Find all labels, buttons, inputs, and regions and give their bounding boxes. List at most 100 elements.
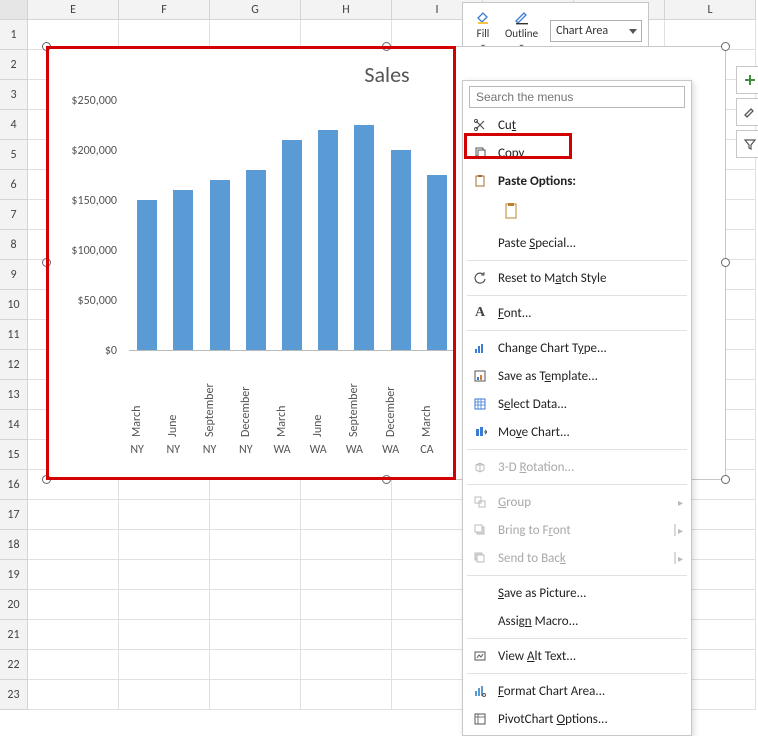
chart-bars [129, 101, 455, 351]
bar[interactable] [173, 190, 193, 350]
cell[interactable] [28, 590, 119, 620]
row-hdr-2[interactable]: 2 [0, 50, 27, 80]
bar[interactable] [282, 140, 302, 350]
cell[interactable] [301, 530, 392, 560]
selection-handle[interactable] [382, 475, 391, 484]
selection-handle[interactable] [382, 42, 391, 51]
row-hdr-19[interactable]: 19 [0, 560, 27, 590]
row-hdr-14[interactable]: 14 [0, 410, 27, 440]
menu-change-chart-type[interactable]: Change Chart Type... [465, 334, 689, 362]
bar[interactable] [246, 170, 266, 350]
menu-assign-macro[interactable]: Assign Macro... [465, 607, 689, 635]
row-hdr-6[interactable]: 6 [0, 170, 27, 200]
cell[interactable] [119, 560, 210, 590]
cell[interactable] [119, 500, 210, 530]
cell[interactable] [301, 500, 392, 530]
cell[interactable] [119, 590, 210, 620]
col-hdr-E[interactable]: E [28, 0, 119, 19]
row-hdr-18[interactable]: 18 [0, 530, 27, 560]
row-hdr-17[interactable]: 17 [0, 500, 27, 530]
row-hdr-4[interactable]: 4 [0, 110, 27, 140]
col-hdr-L[interactable]: L [665, 0, 756, 19]
selection-handle[interactable] [721, 475, 730, 484]
row-hdr-13[interactable]: 13 [0, 380, 27, 410]
cell[interactable] [210, 530, 301, 560]
menu-select-data[interactable]: Select Data... [465, 390, 689, 418]
chart-elements-button[interactable] [736, 66, 758, 94]
col-hdr-H[interactable]: H [301, 0, 392, 19]
cell[interactable] [210, 620, 301, 650]
menu-move-chart[interactable]: Move Chart... [465, 418, 689, 446]
paste-option-default[interactable] [499, 197, 523, 225]
row-hdr-1[interactable]: 1 [0, 20, 27, 50]
row-hdr-5[interactable]: 5 [0, 140, 27, 170]
bar[interactable] [318, 130, 338, 350]
row-hdr-9[interactable]: 9 [0, 260, 27, 290]
row-hdr-22[interactable]: 22 [0, 650, 27, 680]
row-hdr-21[interactable]: 21 [0, 620, 27, 650]
row-hdr-16[interactable]: 16 [0, 470, 27, 500]
row-hdr-7[interactable]: 7 [0, 200, 27, 230]
cell[interactable] [210, 500, 301, 530]
cell[interactable] [28, 650, 119, 680]
bar[interactable] [427, 175, 447, 350]
menu-save-template[interactable]: Save as Template... [465, 362, 689, 390]
col-hdr-F[interactable]: F [119, 0, 210, 19]
selection-handle[interactable] [721, 258, 730, 267]
row-hdr-12[interactable]: 12 [0, 350, 27, 380]
row-hdr-10[interactable]: 10 [0, 290, 27, 320]
pivot-icon [471, 710, 489, 728]
cell[interactable] [301, 590, 392, 620]
menu-cut[interactable]: Cut [465, 111, 689, 139]
selection-handle[interactable] [721, 42, 730, 51]
cell[interactable] [301, 620, 392, 650]
row-hdr-15[interactable]: 15 [0, 440, 27, 470]
cell[interactable] [119, 620, 210, 650]
bar[interactable] [210, 180, 230, 350]
cell[interactable] [301, 650, 392, 680]
cell[interactable] [210, 560, 301, 590]
chart-styles-button[interactable] [736, 98, 758, 126]
cell[interactable] [28, 680, 119, 710]
cell[interactable] [119, 650, 210, 680]
cell[interactable] [28, 620, 119, 650]
chart-filters-button[interactable] [736, 130, 758, 158]
menu-reset-style[interactable]: Reset to Match Style [465, 264, 689, 292]
plot-area[interactable]: $0$50,000$100,000$150,000$200,000$250,00… [57, 101, 455, 361]
x-category: March [420, 357, 434, 437]
selection-handle[interactable] [42, 42, 51, 51]
row-hdr-3[interactable]: 3 [0, 80, 27, 110]
cell[interactable] [210, 650, 301, 680]
menu-alt-text[interactable]: View Alt Text... [465, 642, 689, 670]
row-hdr-23[interactable]: 23 [0, 680, 27, 710]
bar[interactable] [354, 125, 374, 350]
cell[interactable] [119, 530, 210, 560]
cell[interactable] [301, 680, 392, 710]
bar[interactable] [391, 150, 411, 350]
menu-save-picture[interactable]: Save as Picture... [465, 579, 689, 607]
menu-search-input[interactable] [469, 86, 685, 108]
selection-handle[interactable] [42, 475, 51, 484]
menu-copy[interactable]: Copy [465, 139, 689, 167]
col-hdr-G[interactable]: G [210, 0, 301, 19]
cell[interactable] [28, 560, 119, 590]
menu-pivotchart-options[interactable]: PivotChart Options... [465, 705, 689, 733]
menu-font[interactable]: A Font... [465, 299, 689, 327]
row-hdr-11[interactable]: 11 [0, 320, 27, 350]
cell[interactable] [119, 680, 210, 710]
x-axis-labels: MarchNYJuneNYSeptemberNYDecemberNYMarchW… [119, 357, 445, 457]
menu-paste-special[interactable]: Paste Special... [465, 229, 689, 257]
x-label: SeptemberWA [336, 357, 372, 457]
bar[interactable] [137, 200, 157, 350]
selection-handle[interactable] [42, 258, 51, 267]
cell[interactable] [28, 500, 119, 530]
cell[interactable] [210, 680, 301, 710]
row-hdr-20[interactable]: 20 [0, 590, 27, 620]
x-category: December [384, 357, 398, 437]
cell[interactable] [301, 560, 392, 590]
cell[interactable] [210, 590, 301, 620]
cell[interactable] [28, 530, 119, 560]
chart-element-selector[interactable]: Chart Area [550, 20, 642, 42]
menu-format-chart-area[interactable]: Format Chart Area... [465, 677, 689, 705]
row-hdr-8[interactable]: 8 [0, 230, 27, 260]
